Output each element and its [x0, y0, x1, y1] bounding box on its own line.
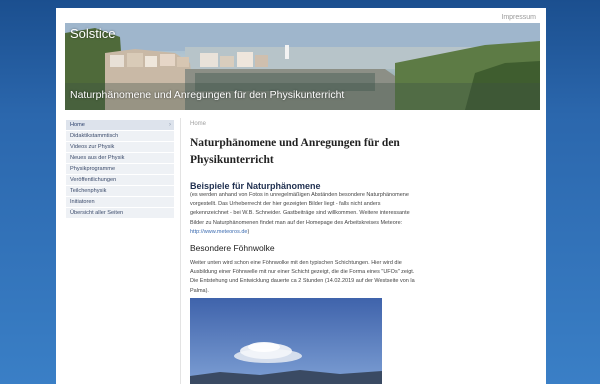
sidebar-item-label: Videos zur Physik [70, 144, 115, 150]
foehn-cloud-photo [190, 298, 382, 384]
sidebar-item-initiatoren[interactable]: Initiatoren [66, 197, 174, 208]
intro-end: ) [247, 228, 250, 235]
sidebar-item-neues[interactable]: Neues aus der Physik [66, 153, 174, 164]
sidebar-item-videos[interactable]: Videos zur Physik [66, 142, 174, 153]
sidebar-nav: Home › Didaktikstammtisch Videos zur Phy… [66, 120, 174, 219]
body-paragraph: Weiter unten wird schon eine Föhnwolke m… [190, 260, 415, 294]
page-container: Impressum Solstice Naturphänomene und An… [56, 8, 546, 384]
section-heading: Beispiele für Naturphänomene [190, 181, 321, 191]
intro-text: (es werden anhand von Fotos in unregelmä… [190, 192, 410, 226]
sidebar-item-label: Teilchenphysik [70, 188, 107, 194]
main-content: Home Naturphänomene und Anregungen für d… [190, 121, 420, 296]
intro-paragraph: (es werden anhand von Fotos in unregelmä… [190, 191, 420, 237]
page-title: Naturphänomene und Anregungen für den Ph… [190, 137, 400, 166]
sidebar-item-label: Veröffentlichungen [70, 177, 117, 183]
column-divider [180, 118, 181, 384]
sidebar-item-label: Didaktikstammtisch [70, 133, 119, 139]
sidebar-item-label: Initiatoren [70, 199, 95, 205]
header-banner: Solstice Naturphänomene und Anregungen f… [65, 23, 540, 110]
sidebar-item-home[interactable]: Home › [66, 120, 174, 131]
sidebar-item-label: Home [70, 122, 85, 128]
sidebar-item-label: Übersicht aller Seiten [70, 210, 124, 216]
site-title[interactable]: Solstice [70, 26, 116, 41]
breadcrumb[interactable]: Home [190, 121, 420, 127]
sidebar-item-label: Physikprogramme [70, 166, 116, 172]
sidebar-item-uebersicht[interactable]: Übersicht aller Seiten [66, 208, 174, 219]
sidebar-item-physikprogramme[interactable]: Physikprogramme [66, 164, 174, 175]
site-subtitle: Naturphänomene und Anregungen für den Ph… [70, 89, 345, 101]
sidebar-item-didaktikstammtisch[interactable]: Didaktikstammtisch [66, 131, 174, 142]
cloud-image [190, 298, 382, 384]
meteoros-link[interactable]: http://www.meteoros.de [190, 229, 247, 235]
sidebar-item-veroeffentlichungen[interactable]: Veröffentlichungen [66, 175, 174, 186]
subsection-heading: Besondere Föhnwolke [190, 243, 275, 254]
sidebar-item-teilchenphysik[interactable]: Teilchenphysik [66, 186, 174, 197]
impressum-link[interactable]: Impressum [501, 14, 536, 21]
sidebar-item-label: Neues aus der Physik [70, 155, 125, 161]
chevron-right-icon: › [169, 122, 171, 128]
